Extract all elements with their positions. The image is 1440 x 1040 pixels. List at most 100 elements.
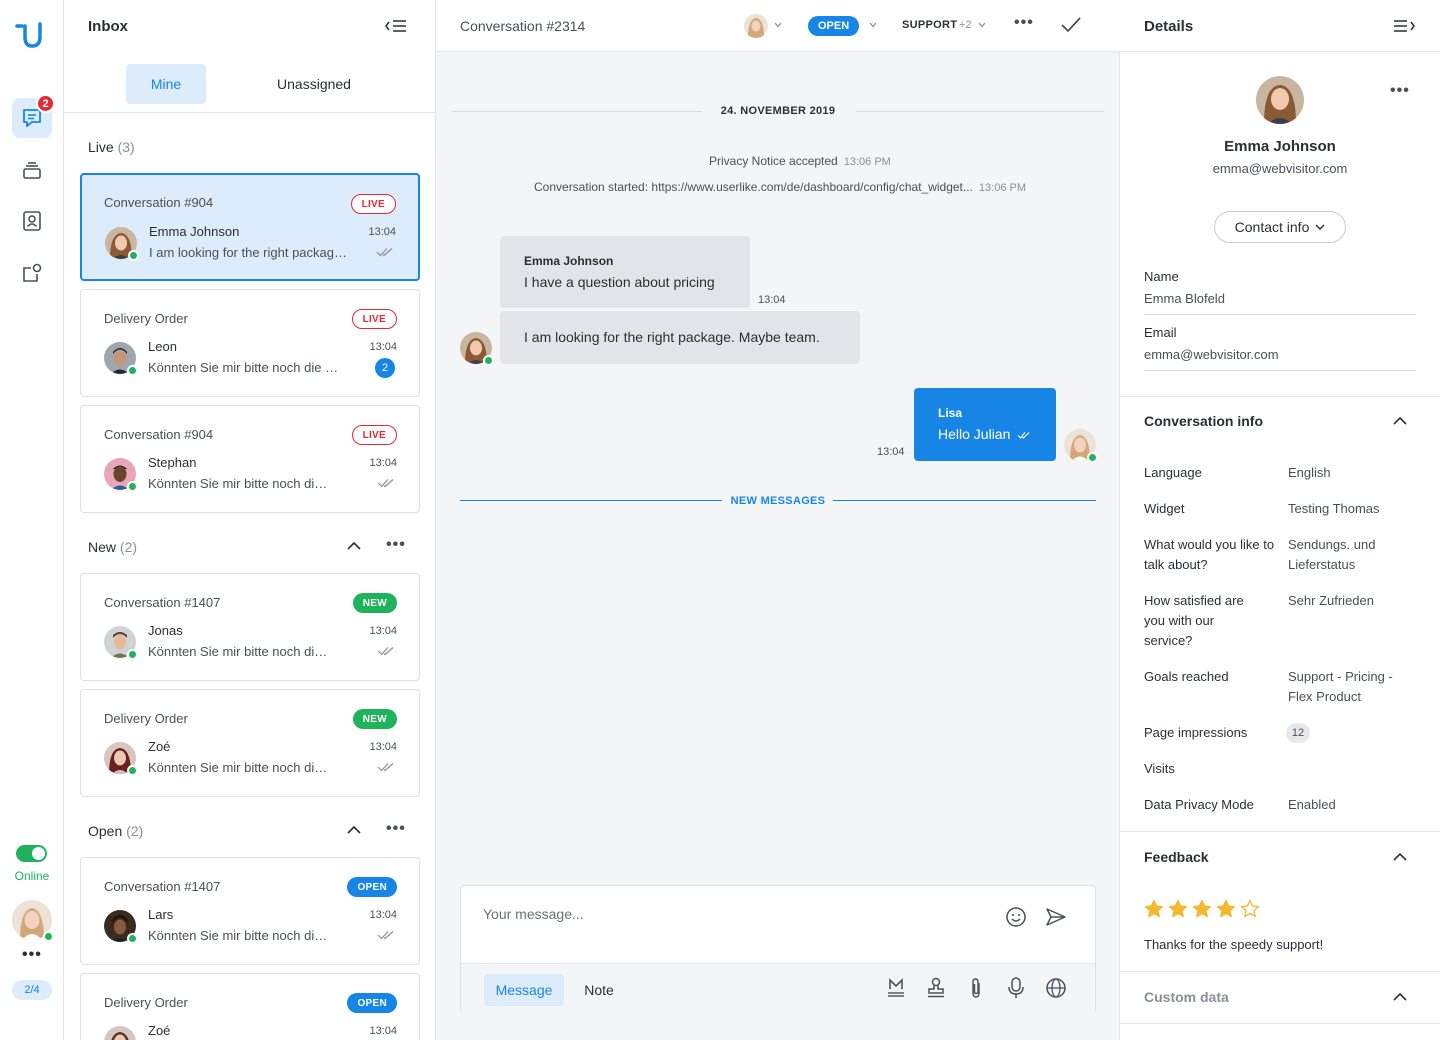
status-badge: NEW xyxy=(352,709,397,729)
section-count: (3) xyxy=(117,139,135,155)
email-field[interactable]: emma@webvisitor.com xyxy=(1144,347,1279,362)
last-message: Könnten Sie mir bitte noch die Lieferzei… xyxy=(148,476,334,491)
more-icon[interactable]: ••• xyxy=(1014,14,1034,32)
more-icon[interactable]: ••• xyxy=(386,820,406,838)
message-input[interactable] xyxy=(483,906,983,922)
last-message: Könnten Sie mir bitte noch die Lieferzei… xyxy=(148,360,340,375)
more-icon[interactable]: ••• xyxy=(22,946,42,964)
name-field[interactable]: Emma Blofeld xyxy=(1144,291,1225,306)
avatar xyxy=(104,458,138,492)
message-tab[interactable]: Message xyxy=(484,974,564,1006)
info-value: Sendungs. und Lieferstatus xyxy=(1288,537,1376,572)
info-value: Testing Thomas xyxy=(1288,501,1380,516)
conversation-card[interactable]: Delivery Order LIVE Leon Könnten Sie mir… xyxy=(80,289,420,397)
status-dropdown[interactable]: OPEN xyxy=(808,16,860,36)
attachment-icon[interactable] xyxy=(965,976,987,1000)
section-open-header: Open (2) xyxy=(88,823,143,839)
info-value: Enabled xyxy=(1288,797,1336,812)
timestamp: 13:04 xyxy=(368,226,396,238)
conversation-panel: Conversation #2314 OPEN SUPPORT +2 ••• 2… xyxy=(436,0,1120,1040)
avatar xyxy=(104,342,138,376)
avatar xyxy=(104,626,138,660)
emoji-icon[interactable] xyxy=(1005,906,1027,928)
message-text: I have a question about pricing xyxy=(524,274,715,290)
read-check-icon xyxy=(1017,431,1031,440)
chevron-up-icon[interactable] xyxy=(1392,851,1408,863)
chevron-up-icon[interactable] xyxy=(346,540,362,552)
contact-info-dropdown[interactable]: Contact info xyxy=(1214,211,1346,243)
card-title: Conversation #1407 xyxy=(104,595,221,610)
resolve-check-icon[interactable] xyxy=(1060,16,1082,34)
visitor-avatar xyxy=(460,332,494,366)
stamp-icon[interactable] xyxy=(925,976,947,1000)
markdown-icon[interactable] xyxy=(885,976,907,1000)
note-tab[interactable]: Note xyxy=(574,974,624,1006)
contact-name: Zoé xyxy=(148,1023,171,1038)
avatar xyxy=(104,1026,136,1040)
info-label: Data Privacy Mode xyxy=(1144,797,1254,812)
conversation-card[interactable]: Conversation #1407 OPEN Lars Könnten Sie… xyxy=(80,857,420,965)
card-title: Conversation #904 xyxy=(104,427,214,442)
collapse-details-icon[interactable] xyxy=(1392,18,1416,34)
chevron-up-icon[interactable] xyxy=(1392,415,1408,427)
incoming-message: Emma Johnson I have a question about pri… xyxy=(500,236,750,308)
chevron-down-icon[interactable] xyxy=(869,22,877,28)
info-label: Visits xyxy=(1144,761,1175,776)
system-text: Conversation started: https://www.userli… xyxy=(534,180,973,194)
tab-mine[interactable]: Mine xyxy=(126,64,206,104)
star-filled-icon xyxy=(1192,899,1212,918)
conversation-card[interactable]: Delivery Order NEW Zoé Könnten Sie mir b… xyxy=(80,689,420,797)
online-status-label: Online xyxy=(14,869,50,883)
contact-avatar xyxy=(1256,76,1304,124)
chevron-up-icon[interactable] xyxy=(1392,991,1408,1003)
avatar xyxy=(104,910,138,944)
star-filled-icon xyxy=(1168,899,1188,918)
info-label: What would you like to talk about? xyxy=(1144,537,1275,572)
left-rail: 2 Online ••• 2/4 xyxy=(0,0,64,1040)
globe-icon[interactable] xyxy=(1045,976,1067,1000)
rail-queue-button[interactable] xyxy=(12,150,52,190)
rail-widgets-button[interactable] xyxy=(12,253,52,293)
message-sender: Lisa xyxy=(938,406,963,420)
collapse-list-icon[interactable] xyxy=(384,18,408,34)
avatar xyxy=(104,742,138,776)
userlike-logo[interactable] xyxy=(14,20,44,50)
message-time: 13:04 xyxy=(877,446,905,458)
rail-contacts-button[interactable] xyxy=(12,201,52,241)
status-badge: OPEN xyxy=(347,877,397,897)
status-badge: LIVE xyxy=(351,425,397,445)
timestamp: 13:04 xyxy=(369,909,397,921)
operator-avatar[interactable] xyxy=(12,900,54,942)
custom-data-title: Custom data xyxy=(1144,989,1229,1005)
info-label: Language xyxy=(1144,465,1202,480)
timestamp: 13:04 xyxy=(369,741,397,753)
more-icon[interactable]: ••• xyxy=(1390,82,1410,100)
online-toggle[interactable] xyxy=(16,845,47,862)
conversation-card[interactable]: Conversation #904 LIVE Stephan Könnten S… xyxy=(80,405,420,513)
conversation-card[interactable]: Conversation #904 LIVE Emma Johnson I am… xyxy=(80,173,420,281)
team-dropdown[interactable]: SUPPORT xyxy=(902,19,957,31)
message-time: 13:04 xyxy=(758,294,786,306)
assignee-avatar[interactable] xyxy=(744,14,768,38)
more-icon[interactable]: ••• xyxy=(386,536,406,554)
unread-chats-badge: 2 xyxy=(36,94,55,113)
conversation-header: Conversation #2314 OPEN SUPPORT +2 ••• xyxy=(436,0,1120,52)
send-icon[interactable] xyxy=(1045,906,1067,928)
chevron-up-icon[interactable] xyxy=(346,824,362,836)
conversation-card[interactable]: Conversation #1407 NEW Jonas Könnten Sie… xyxy=(80,573,420,681)
field-label: Name xyxy=(1144,269,1179,284)
conversation-card[interactable]: Delivery Order OPEN Zoé 13:04 xyxy=(80,973,420,1040)
chevron-down-icon[interactable] xyxy=(978,22,986,28)
contact-email: emma@webvisitor.com xyxy=(1212,161,1348,176)
contact-info-label: Contact info xyxy=(1234,219,1310,235)
status-badge: LIVE xyxy=(351,309,397,329)
status-badge: NEW xyxy=(352,593,397,613)
chevron-down-icon[interactable] xyxy=(774,22,782,28)
section-label: Open xyxy=(88,823,123,839)
contact-name: Zoé xyxy=(148,739,171,754)
timestamp: 13:04 xyxy=(369,457,397,469)
microphone-icon[interactable] xyxy=(1005,976,1027,1000)
page-indicator[interactable]: 2/4 xyxy=(12,980,52,1000)
timestamp: 13:04 xyxy=(369,341,397,353)
tab-unassigned[interactable]: Unassigned xyxy=(264,64,364,104)
